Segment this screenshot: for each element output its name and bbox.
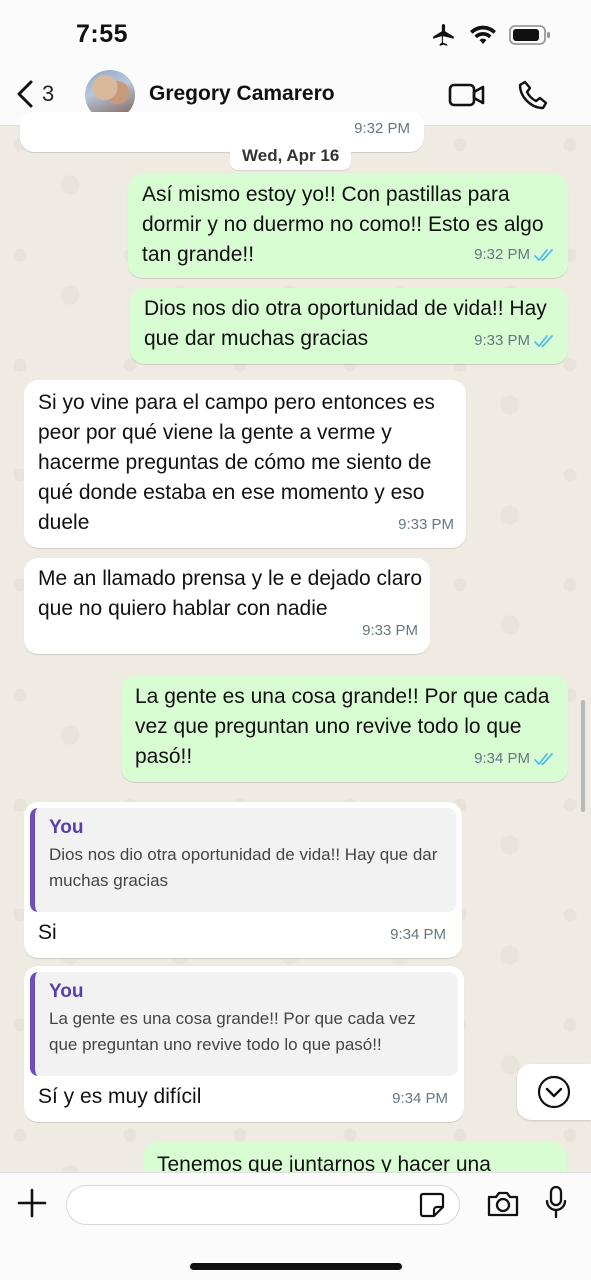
camera-icon: [487, 1191, 519, 1217]
message-time: 9:32 PM: [474, 246, 530, 263]
message-text: Si yo vine para el campo pero entonces e…: [38, 391, 435, 534]
double-check-icon: [534, 249, 553, 261]
message-bubble-partial[interactable]: 9:32 PM: [20, 112, 424, 152]
battery-icon: [509, 25, 550, 45]
status-bar: 7:55: [0, 0, 591, 62]
attach-button[interactable]: [16, 1187, 48, 1224]
camera-button[interactable]: [486, 1189, 520, 1224]
contact-name[interactable]: Gregory Camarero: [149, 82, 335, 106]
message-bubble-reply[interactable]: You La gente es una cosa grande!! Por qu…: [24, 966, 464, 1122]
chevron-left-icon: [17, 80, 33, 108]
message-bubble-reply[interactable]: You Dios nos dio otra oportunidad de vid…: [24, 802, 462, 958]
sticker-button[interactable]: [418, 1191, 446, 1224]
message-bubble-outgoing[interactable]: Dios nos dio otra oportunidad de vida!! …: [130, 288, 568, 364]
sticker-icon: [419, 1192, 445, 1218]
voice-call-button[interactable]: [518, 80, 548, 115]
wifi-icon: [470, 25, 496, 44]
back-button[interactable]: 3: [16, 80, 54, 108]
quoted-message[interactable]: You Dios nos dio otra oportunidad de vid…: [30, 808, 456, 912]
message-time: 9:33 PM: [362, 622, 418, 639]
message-time: 9:32 PM: [354, 120, 410, 137]
message-text: Me an llamado prensa y le e dejado claro…: [38, 567, 423, 620]
double-check-icon: [534, 753, 553, 765]
double-check-icon: [534, 335, 553, 347]
message-input[interactable]: [66, 1185, 460, 1225]
status-time: 7:55: [76, 20, 129, 48]
quote-author: You: [49, 817, 84, 838]
scrollbar[interactable]: [581, 700, 585, 812]
plus-icon: [17, 1188, 47, 1218]
scroll-to-bottom-button[interactable]: [517, 1064, 591, 1120]
message-bubble-incoming[interactable]: Me an llamado prensa y le e dejado claro…: [24, 558, 430, 654]
message-bubble-outgoing[interactable]: La gente es una cosa grande!! Por que ca…: [121, 676, 568, 782]
quoted-message[interactable]: You La gente es una cosa grande!! Por qu…: [30, 972, 458, 1076]
phone-icon: [518, 80, 548, 110]
message-meta: 9:33 PM: [474, 326, 556, 356]
message-time: 9:33 PM: [474, 332, 530, 349]
quote-author: You: [49, 981, 84, 1002]
message-meta: 9:32 PM: [474, 240, 556, 270]
microphone-button[interactable]: [544, 1185, 568, 1226]
message-time: 9:34 PM: [474, 750, 530, 767]
message-bubble-outgoing[interactable]: Así mismo estoy yo!! Con pastillas para …: [128, 174, 568, 278]
message-meta: 9:34 PM: [474, 744, 556, 774]
unread-chats-count: 3: [42, 81, 55, 106]
quote-text: La gente es una cosa grande!! Por que ca…: [49, 1009, 416, 1054]
message-time: 9:34 PM: [390, 926, 446, 943]
status-icons: [431, 22, 551, 48]
date-separator: Wed, Apr 16: [230, 142, 352, 170]
message-time: 9:33 PM: [398, 516, 454, 533]
message-bubble-incoming[interactable]: Si yo vine para el campo pero entonces e…: [24, 380, 466, 548]
message-composer: [0, 1172, 591, 1280]
home-indicator: [190, 1263, 402, 1270]
chevron-down-circle-icon: [537, 1075, 571, 1109]
video-call-button[interactable]: [448, 82, 486, 113]
quote-text: Dios nos dio otra oportunidad de vida!! …: [49, 845, 438, 890]
video-call-icon: [448, 83, 485, 107]
message-time: 9:34 PM: [392, 1090, 448, 1107]
airplane-mode-icon: [433, 24, 454, 46]
microphone-icon: [545, 1185, 567, 1219]
